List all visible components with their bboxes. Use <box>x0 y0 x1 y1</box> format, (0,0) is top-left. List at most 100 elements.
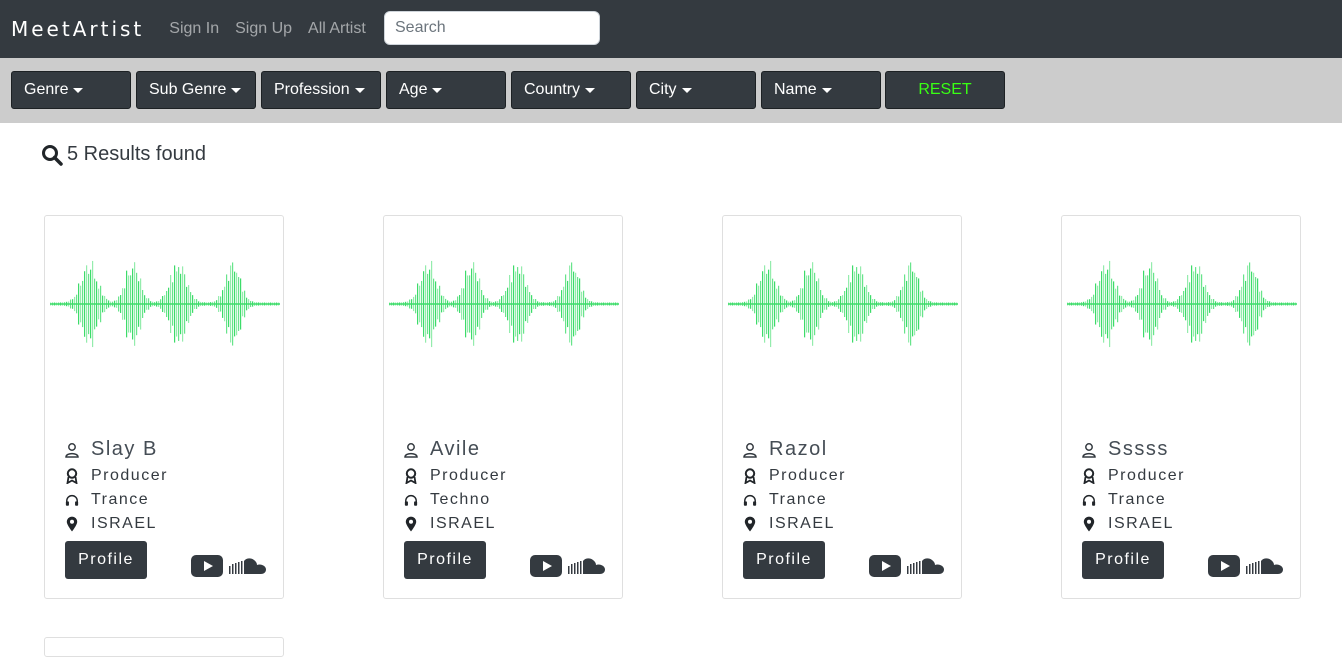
artist-profession-row: Producer <box>743 467 846 485</box>
brand-logo[interactable]: MeetArtist <box>11 17 144 41</box>
nav-all-artist[interactable]: All Artist <box>308 20 366 38</box>
soundwave-image <box>50 260 280 348</box>
artist-genre: Trance <box>769 491 828 508</box>
map-marker-icon <box>1082 516 1096 532</box>
artist-name-row: Sssss <box>1082 438 1169 461</box>
genre-dropdown-label: Genre <box>24 81 69 98</box>
name-dropdown[interactable]: Name <box>761 71 881 109</box>
artist-genre-row: Trance <box>1082 491 1166 509</box>
country-dropdown-label: Country <box>524 81 581 98</box>
artist-name: Slay B <box>91 438 158 460</box>
search-icon <box>42 144 63 166</box>
artist-country: ISRAEL <box>769 515 835 532</box>
artist-genre: Techno <box>430 491 491 508</box>
soundcloud-icon[interactable] <box>568 556 608 576</box>
artist-country-row: ISRAEL <box>1082 515 1174 533</box>
country-dropdown[interactable]: Country <box>511 71 631 109</box>
caret-down-icon <box>681 87 692 93</box>
artist-profession: Producer <box>1108 467 1185 484</box>
caret-down-icon <box>354 87 365 93</box>
artist-genre: Trance <box>1108 491 1167 508</box>
caret-down-icon <box>73 87 84 93</box>
headphones-icon <box>65 492 79 508</box>
map-marker-icon <box>65 516 79 532</box>
genre-dropdown[interactable]: Genre <box>11 71 131 109</box>
artist-genre-row: Trance <box>65 491 149 509</box>
profession-dropdown[interactable]: Profession <box>261 71 381 109</box>
award-icon <box>743 468 757 484</box>
youtube-icon[interactable] <box>869 555 901 577</box>
soundwave-image <box>389 260 619 348</box>
award-icon <box>65 468 79 484</box>
artist-country: ISRAEL <box>430 515 496 532</box>
artist-name: Sssss <box>1108 438 1169 460</box>
soundcloud-icon[interactable] <box>229 556 269 576</box>
profile-button[interactable]: Profile <box>65 541 147 579</box>
artist-profession-row: Producer <box>404 467 507 485</box>
profession-dropdown-label: Profession <box>274 81 350 98</box>
artist-country-row: ISRAEL <box>65 515 157 533</box>
map-marker-icon <box>404 516 418 532</box>
artist-profession: Producer <box>769 467 846 484</box>
artist-name-row: Razol <box>743 438 828 461</box>
user-icon <box>65 442 79 458</box>
profile-button[interactable]: Profile <box>743 541 825 579</box>
caret-down-icon <box>585 87 596 93</box>
age-dropdown[interactable]: Age <box>386 71 506 109</box>
user-icon <box>1082 442 1096 458</box>
sub-genre-dropdown[interactable]: Sub Genre <box>136 71 256 109</box>
results-count: 5 Results found <box>41 143 206 166</box>
artist-country: ISRAEL <box>1108 515 1174 532</box>
artist-name-row: Avile <box>404 438 481 461</box>
filter-bar: Genre Sub Genre Profession Age Country C… <box>0 58 1342 123</box>
artist-card: Slay B Producer Trance ISRAEL Profile <box>44 215 284 599</box>
artist-genre-row: Techno <box>404 491 491 509</box>
soundwave-image <box>728 260 958 348</box>
artist-card <box>44 637 284 657</box>
sub-genre-dropdown-label: Sub Genre <box>149 81 227 98</box>
youtube-icon[interactable] <box>530 555 562 577</box>
soundcloud-icon[interactable] <box>1246 556 1286 576</box>
search-input[interactable] <box>384 11 600 45</box>
profile-button[interactable]: Profile <box>404 541 486 579</box>
caret-down-icon <box>432 87 443 93</box>
artist-card: Avile Producer Techno ISRAEL Profile <box>383 215 623 599</box>
artist-name-row: Slay B <box>65 438 158 461</box>
headphones-icon <box>1082 492 1096 508</box>
headphones-icon <box>404 492 418 508</box>
artist-name: Avile <box>430 438 481 460</box>
map-marker-icon <box>743 516 757 532</box>
artist-country-row: ISRAEL <box>404 515 496 533</box>
artist-profession: Producer <box>91 467 168 484</box>
reset-button[interactable]: RESET <box>885 71 1005 109</box>
award-icon <box>404 468 418 484</box>
artist-profession: Producer <box>430 467 507 484</box>
artist-profession-row: Producer <box>65 467 168 485</box>
youtube-icon[interactable] <box>1208 555 1240 577</box>
nav-sign-up[interactable]: Sign Up <box>235 20 292 38</box>
user-icon <box>743 442 757 458</box>
age-dropdown-label: Age <box>399 81 428 98</box>
top-navbar: MeetArtist Sign In Sign Up All Artist <box>0 0 1342 58</box>
name-dropdown-label: Name <box>774 81 817 98</box>
artist-country: ISRAEL <box>91 515 157 532</box>
user-icon <box>404 442 418 458</box>
headphones-icon <box>743 492 757 508</box>
artist-genre: Trance <box>91 491 150 508</box>
artist-name: Razol <box>769 438 828 460</box>
caret-down-icon <box>231 87 242 93</box>
profile-button[interactable]: Profile <box>1082 541 1164 579</box>
artist-profession-row: Producer <box>1082 467 1185 485</box>
award-icon <box>1082 468 1096 484</box>
artist-genre-row: Trance <box>743 491 827 509</box>
caret-down-icon <box>821 87 832 93</box>
youtube-icon[interactable] <box>191 555 223 577</box>
soundwave-image <box>1067 260 1297 348</box>
results-count-text: 5 Results found <box>67 143 206 165</box>
artist-country-row: ISRAEL <box>743 515 835 533</box>
nav-sign-in[interactable]: Sign In <box>169 20 219 38</box>
soundcloud-icon[interactable] <box>907 556 947 576</box>
city-dropdown[interactable]: City <box>636 71 756 109</box>
artist-card: Sssss Producer Trance ISRAEL Profile <box>1061 215 1301 599</box>
city-dropdown-label: City <box>649 81 677 98</box>
